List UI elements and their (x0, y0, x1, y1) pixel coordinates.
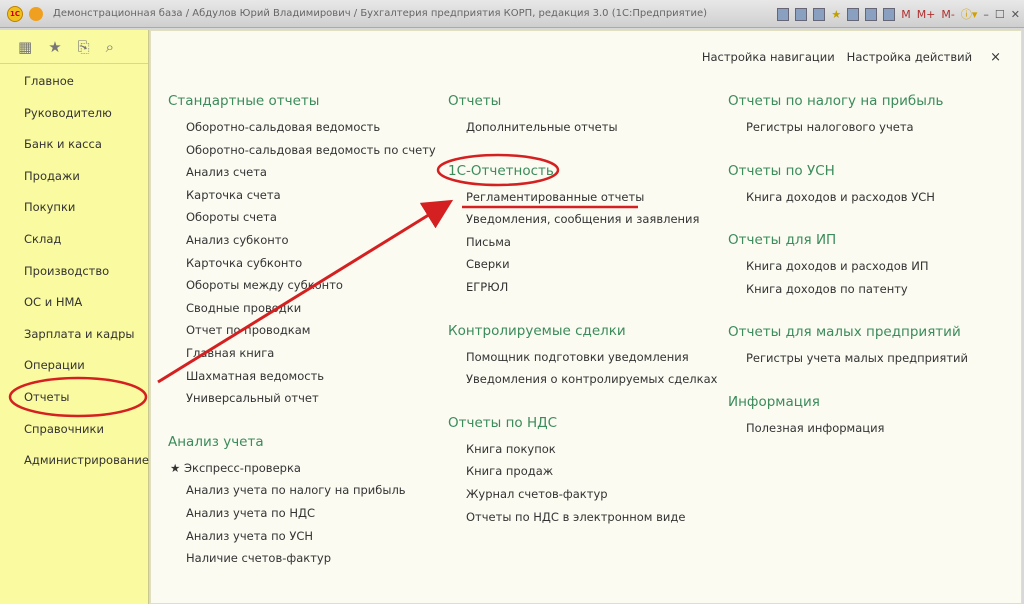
section-heading: Стандартные отчеты (168, 93, 320, 109)
report-link[interactable]: Анализ учета по УСН (186, 529, 313, 543)
sidebar-item[interactable]: Отчеты (24, 390, 69, 404)
sidebar-item[interactable]: Главное (24, 74, 74, 88)
section-heading: Отчеты (448, 93, 502, 109)
report-link[interactable]: Анализ учета по налогу на прибыль (186, 483, 406, 497)
report-link[interactable]: Отчет по проводкам (186, 323, 310, 337)
report-link[interactable]: ЕГРЮЛ (466, 280, 508, 294)
print-icon[interactable] (795, 7, 808, 21)
report-link[interactable]: Дополнительные отчеты (466, 120, 618, 134)
report-link[interactable]: Шахматная ведомость (186, 369, 324, 383)
report-link[interactable]: Наличие счетов-фактур (186, 551, 331, 565)
sidebar-item[interactable]: Администрирование (24, 453, 149, 467)
action-settings-link[interactable]: Настройка действий (847, 50, 972, 65)
report-link[interactable]: Регистры налогового учета (746, 120, 914, 134)
sidebar-item[interactable]: Справочники (24, 422, 104, 436)
save-icon[interactable] (777, 7, 790, 21)
navigation-settings-link[interactable]: Настройка навигации (702, 50, 835, 65)
window-title: Демонстрационная база / Абдулов Юрий Вла… (53, 8, 708, 19)
report-link[interactable]: Универсальный отчет (186, 391, 319, 405)
toolbar: ★ M M+ M- ⓘ▾ – ☐ ✕ (777, 6, 1020, 22)
section-heading: Отчеты по налогу на прибыль (728, 93, 944, 109)
report-link-label: Экспресс-проверка (183, 460, 301, 475)
report-link[interactable]: Отчеты по НДС в электронном виде (466, 510, 685, 524)
memory-plus-button[interactable]: M+ (917, 8, 936, 21)
report-link[interactable]: Сверки (466, 257, 510, 271)
report-link[interactable]: Анализ субконто (186, 233, 288, 247)
report-link[interactable]: Карточка счета (186, 188, 281, 202)
report-link[interactable]: Оборотно-сальдовая ведомость (186, 120, 380, 134)
report-link[interactable]: Полезная информация (746, 421, 884, 435)
apps-grid-icon[interactable]: ▦ (18, 38, 32, 56)
sidebar-item[interactable]: Операции (24, 358, 85, 372)
report-link[interactable]: Оборотно-сальдовая ведомость по счету (186, 143, 436, 157)
sidebar-item[interactable]: Покупки (24, 200, 75, 214)
star-icon[interactable]: ★ (48, 38, 61, 56)
search-icon[interactable]: ⌕ (106, 38, 114, 56)
section-heading: 1С-Отчетность (448, 162, 554, 179)
report-link[interactable]: Книга покупок (466, 442, 556, 456)
close-icon[interactable]: ✕ (1011, 8, 1020, 21)
report-link[interactable]: Журнал счетов-фактур (466, 487, 608, 501)
history-icon[interactable] (847, 7, 860, 21)
report-link[interactable]: Книга доходов и расходов ИП (746, 259, 928, 273)
section-heading: Анализ учета (168, 433, 264, 450)
title-bar: 1С Демонстрационная база / Абдулов Юрий … (0, 0, 1024, 28)
report-link[interactable]: Уведомления о контролируемых сделках (466, 372, 717, 386)
report-link[interactable]: Анализ счета (186, 165, 267, 179)
main-menu-button[interactable] (29, 6, 43, 21)
report-link[interactable]: ★ Экспресс-проверка (170, 461, 301, 475)
preview-icon[interactable] (813, 7, 826, 21)
report-link[interactable]: Книга доходов по патенту (746, 282, 908, 296)
sidebar-item[interactable]: Банк и касса (24, 137, 102, 151)
report-link[interactable]: Регистры учета малых предприятий (746, 351, 968, 365)
sidebar-item[interactable]: Производство (24, 264, 109, 278)
info-icon[interactable]: ⓘ▾ (961, 6, 978, 22)
report-link[interactable]: Сводные проводки (186, 301, 301, 315)
memory-minus-button[interactable]: M- (941, 8, 954, 21)
sidebar-item[interactable]: Продажи (24, 169, 80, 183)
report-link[interactable]: Анализ учета по НДС (186, 506, 315, 520)
section-heading: Отчеты по НДС (448, 414, 558, 431)
calculator-icon[interactable] (865, 7, 878, 21)
sidebar-item[interactable]: Руководителю (24, 106, 112, 120)
main-panel: Настройка навигации Настройка действий ×… (150, 30, 1022, 604)
close-icon[interactable]: × (990, 50, 1001, 65)
maximize-icon[interactable]: ☐ (995, 8, 1005, 21)
favorite-icon[interactable]: ★ (831, 8, 841, 21)
report-link[interactable]: Книга продаж (466, 464, 553, 478)
report-link[interactable]: Карточка субконто (186, 256, 302, 270)
report-link[interactable]: Помощник подготовки уведомления (466, 350, 689, 364)
sidebar-item[interactable]: Склад (24, 232, 61, 246)
report-link[interactable]: Уведомления, сообщения и заявления (466, 212, 699, 226)
sidebar-item[interactable]: Зарплата и кадры (24, 327, 135, 341)
report-link[interactable]: Главная книга (186, 346, 274, 360)
section-heading: Информация (728, 394, 820, 410)
minimize-icon[interactable]: – (983, 8, 989, 21)
section-heading: Отчеты для ИП (728, 232, 837, 249)
app-logo: 1С (7, 5, 23, 22)
report-link[interactable]: Регламентированные отчеты (466, 190, 644, 204)
section-heading: Контролируемые сделки (448, 322, 626, 339)
sidebar: ▦ ★ ⎘ ⌕ Главное Руководителю Банк и касса П… (0, 30, 149, 604)
report-link[interactable]: Письма (466, 235, 511, 249)
report-link[interactable]: Обороты между субконто (186, 278, 343, 292)
history-icon[interactable]: ⎘ (78, 38, 90, 56)
calendar-icon[interactable] (883, 7, 896, 21)
memory-button[interactable]: M (901, 8, 911, 21)
star-icon: ★ (170, 460, 184, 475)
report-link[interactable]: Обороты счета (186, 210, 277, 224)
report-link[interactable]: Книга доходов и расходов УСН (746, 190, 935, 204)
sidebar-item[interactable]: ОС и НМА (24, 295, 82, 309)
section-heading: Отчеты по УСН (728, 162, 835, 179)
section-heading: Отчеты для малых предприятий (728, 324, 961, 341)
